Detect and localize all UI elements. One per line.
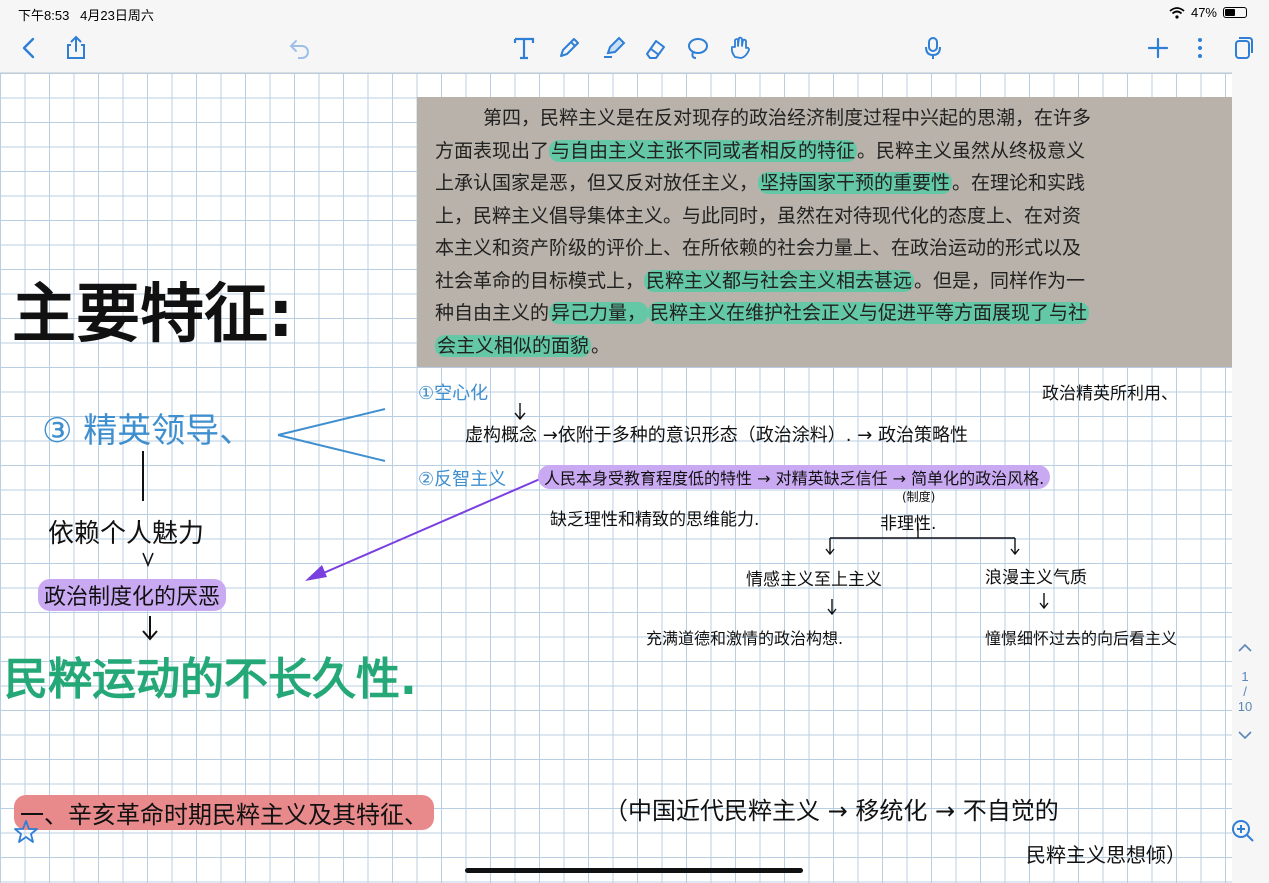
eraser-icon[interactable] [638, 32, 670, 64]
share-icon[interactable] [60, 32, 92, 64]
status-time: 下午8:53 4月23日周六 [18, 8, 154, 23]
emotional: 情感主义至上主义 [746, 570, 882, 590]
hand-tool-icon[interactable] [724, 32, 756, 64]
pen-icon[interactable] [553, 32, 585, 64]
battery-percent: 47% [1190, 5, 1217, 20]
battery-icon [1223, 7, 1247, 18]
add-icon[interactable] [1142, 32, 1174, 64]
branch1-top: 政治精英所利用、 [1042, 384, 1178, 404]
pages-icon[interactable] [1226, 32, 1258, 64]
home-indicator [465, 868, 803, 873]
branch2-sub: 缺乏理性和精致的思维能力. [550, 510, 760, 530]
back-icon[interactable] [14, 32, 46, 64]
yearning-past: 憧憬细怀过去的向后看主义 [985, 629, 1178, 648]
wifi-icon [1169, 6, 1185, 19]
moral-politics: 充满道德和激情的政治构想. [646, 629, 844, 648]
romantic: 浪漫主义气质 [985, 568, 1087, 588]
page-total: 10 [1237, 699, 1253, 714]
lasso-icon[interactable] [682, 32, 714, 64]
page-separator: / [1243, 684, 1247, 699]
irrational: 非理性. [880, 514, 937, 534]
branch2-label: ②反智主义 [418, 469, 507, 490]
section-heading: 一、辛亥革命时期民粹主义及其特征、 [14, 795, 434, 830]
favorite-star-icon[interactable] [12, 818, 42, 848]
status-bar: 下午8:53 4月23日周六 47% [0, 0, 1269, 24]
text-tool-icon[interactable] [508, 32, 540, 64]
rely-charisma: 依赖个人魅力 [48, 519, 205, 549]
note-page[interactable]: 第四，民粹主义是在反对现存的政治经济制度过程中兴起的思潮，在许多 方面表现出了 与自… [0, 72, 1232, 883]
zoom-icon[interactable] [1230, 818, 1260, 848]
branch2-note: (制度) [902, 490, 936, 504]
page-down-icon[interactable] [1232, 728, 1258, 743]
branch1-label: ①空心化 [418, 383, 489, 404]
section-note: （中国近代民粹主义 → 移统化 → 不自觉的 [604, 797, 1059, 825]
conclusion: 民粹运动的不长久性. [4, 654, 417, 705]
disgust-institution: 政治制度化的厌恶 [38, 579, 227, 611]
branch2-text: 人民本身受教育程度低的特性 → 对精英缺乏信任 → 简单化的政治风格. [538, 465, 1051, 489]
section-note-2: 民粹主义思想倾） [1026, 843, 1186, 867]
branch1-text: 虚构概念 →依附于多种的意识形态（政治涂料）. → 政治策略性 [465, 425, 969, 446]
more-icon[interactable] [1184, 32, 1216, 64]
page-navigator: 1 / 10 [1232, 640, 1258, 743]
status-right: 47% [1169, 5, 1247, 20]
microphone-icon[interactable] [917, 32, 949, 64]
page-current: 1 [1241, 669, 1249, 684]
page-up-icon[interactable] [1232, 640, 1258, 655]
highlighter-icon[interactable] [597, 32, 629, 64]
undo-icon[interactable] [284, 32, 316, 64]
toolbar [0, 26, 1269, 70]
